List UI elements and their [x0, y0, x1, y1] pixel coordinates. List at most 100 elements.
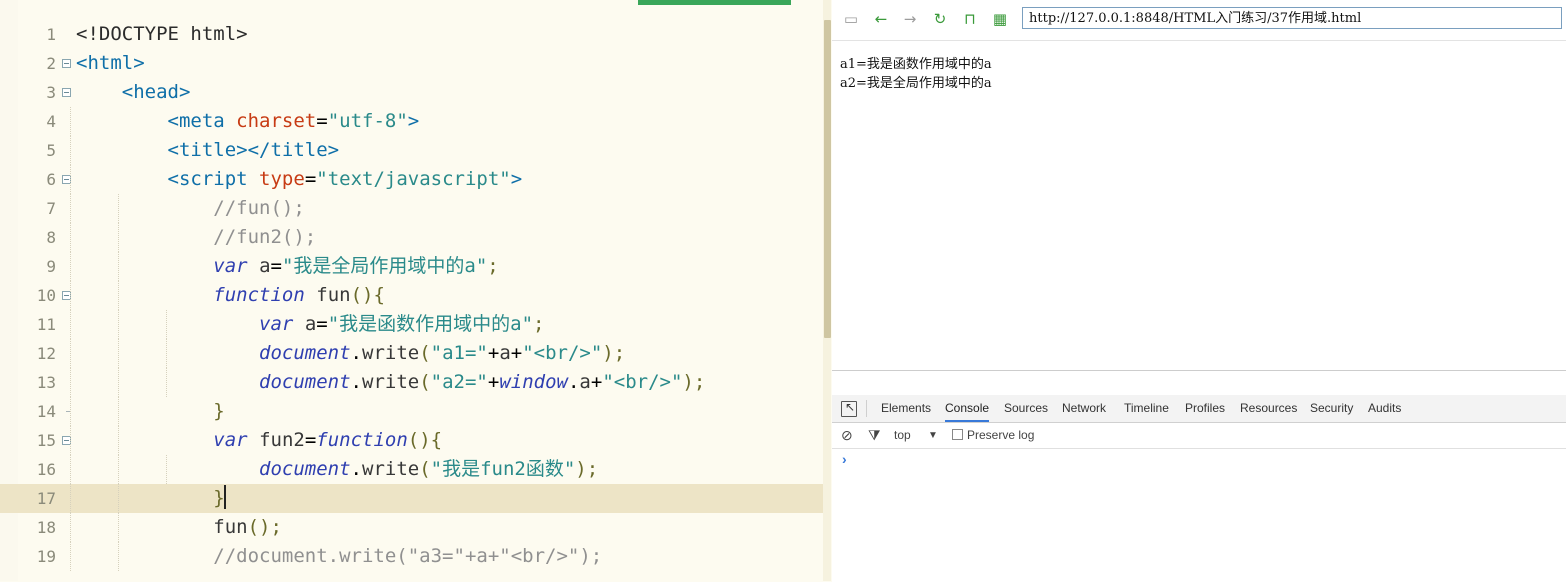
qr-icon[interactable]: ▦ — [991, 10, 1009, 28]
console-icon[interactable]: ▭ — [842, 10, 860, 28]
tab-timeline[interactable]: Timeline — [1124, 395, 1169, 422]
indent-guide — [70, 310, 71, 339]
code-editor[interactable]: 1 <!DOCTYPE html> 2 <html> 3 <head> 4 <meta c… — [0, 0, 831, 581]
code-text[interactable]: <meta charset="utf-8"> — [76, 107, 420, 136]
indent-guide — [70, 165, 71, 194]
code-text[interactable]: document.write("a1="+a+"<br/>"); — [76, 339, 625, 368]
editor-scrollbar-thumb[interactable] — [824, 20, 831, 338]
code-text[interactable]: document.write("我是fun2函数"); — [76, 455, 598, 484]
code-text[interactable]: var a="我是全局作用域中的a"; — [76, 252, 498, 281]
console-output[interactable]: › — [832, 449, 1566, 582]
code-line[interactable]: 14 } — [0, 397, 823, 426]
code-line[interactable]: 5 <title></title> — [0, 136, 823, 165]
code-line[interactable]: 6 <script type="text/javascript"> — [0, 165, 823, 194]
fold-toggle-icon[interactable] — [62, 88, 71, 97]
code-line[interactable]: 2 <html> — [0, 49, 823, 78]
chevron-down-icon[interactable]: ▼ — [928, 427, 938, 444]
console-prompt-icon[interactable]: › — [842, 451, 847, 467]
code-text[interactable]: <html> — [76, 49, 145, 78]
clear-console-icon[interactable]: ⊘ — [841, 427, 853, 444]
code-text[interactable]: <script type="text/javascript"> — [76, 165, 523, 194]
page-content: a1=我是函数作用域中的a a2=我是全局作用域中的a — [840, 55, 992, 93]
line-number: 2 — [46, 54, 56, 73]
indent-guide — [70, 281, 71, 310]
fold-toggle-icon[interactable] — [62, 59, 71, 68]
code-text[interactable]: //document.write("a3="+a+"<br/>"); — [76, 542, 602, 571]
code-text[interactable]: <head> — [76, 78, 191, 107]
reload-icon[interactable]: ↻ — [931, 10, 949, 28]
line-number: 5 — [46, 141, 56, 160]
tab-profiles[interactable]: Profiles — [1185, 395, 1225, 422]
code-text[interactable]: document.write("a2="+window.a+"<br/>"); — [76, 368, 705, 397]
code-text[interactable]: var a="我是函数作用域中的a"; — [76, 310, 544, 339]
code-text[interactable]: } — [76, 484, 226, 513]
indent-guide — [70, 426, 71, 455]
line-number: 19 — [36, 547, 56, 566]
lock-icon[interactable]: ⊓ — [961, 10, 979, 28]
code-text[interactable]: //fun2(); — [76, 223, 316, 252]
indent-guide — [70, 368, 71, 397]
code-text[interactable]: var fun2=function(){ — [76, 426, 442, 455]
page-line-a2: a2=我是全局作用域中的a — [840, 76, 992, 91]
line-number: 11 — [36, 315, 56, 334]
indent-guide — [70, 513, 71, 542]
inspect-element-icon[interactable] — [841, 400, 857, 417]
line-number: 16 — [36, 460, 56, 479]
line-number: 18 — [36, 518, 56, 537]
tab-security[interactable]: Security — [1310, 395, 1353, 422]
devtools-resize-area[interactable] — [832, 371, 1566, 395]
code-text[interactable]: fun(); — [76, 513, 282, 542]
code-text[interactable]: } — [76, 397, 224, 426]
preserve-log-label[interactable]: Preserve log — [967, 427, 1034, 444]
page-line-a1: a1=我是函数作用域中的a — [840, 57, 992, 72]
indent-guide — [70, 252, 71, 281]
indent-guide — [70, 484, 71, 513]
code-line[interactable]: 9 var a="我是全局作用域中的a"; — [0, 252, 823, 281]
tab-elements[interactable]: Elements — [881, 395, 931, 422]
line-number: 13 — [36, 373, 56, 392]
code-line[interactable]: 10 function fun(){ — [0, 281, 823, 310]
code-text[interactable]: <title></title> — [76, 136, 340, 165]
indent-guide — [70, 455, 71, 484]
line-number: 8 — [46, 228, 56, 247]
line-number: 1 — [46, 25, 56, 44]
context-select[interactable]: top — [894, 427, 911, 444]
code-line[interactable]: 11 var a="我是函数作用域中的a"; — [0, 310, 823, 339]
code-text[interactable]: //fun(); — [76, 194, 305, 223]
console-toolbar: ⊘ ⧩ top ▼ Preserve log — [832, 423, 1566, 449]
indent-guide — [70, 542, 71, 571]
code-text[interactable]: <!DOCTYPE html> — [76, 20, 248, 49]
indent-guide — [70, 223, 71, 252]
line-number: 3 — [46, 83, 56, 102]
url-input[interactable]: http://127.0.0.1:8848/HTML入门练习/37作用域.htm… — [1022, 7, 1562, 29]
indent-guide — [70, 397, 71, 426]
back-icon[interactable]: ← — [872, 10, 890, 28]
editor-tab-accent — [638, 0, 791, 5]
tab-sources[interactable]: Sources — [1004, 395, 1048, 422]
code-line[interactable]: 16 document.write("我是fun2函数"); — [0, 455, 823, 484]
preserve-log-checkbox[interactable] — [952, 429, 963, 440]
tab-audits[interactable]: Audits — [1368, 395, 1401, 422]
code-line[interactable]: 7 //fun(); — [0, 194, 823, 223]
code-line[interactable]: 1 <!DOCTYPE html> — [0, 20, 823, 49]
line-number: 4 — [46, 112, 56, 131]
line-number: 17 — [36, 489, 56, 508]
tab-console[interactable]: Console — [945, 395, 990, 422]
address-bar: ▭ ← → ↻ ⊓ ▦ http://127.0.0.1:8848/HTML入门… — [832, 0, 1566, 41]
code-text[interactable]: function fun(){ — [76, 281, 385, 310]
code-line[interactable]: 17 } — [0, 484, 823, 513]
code-line[interactable]: 3 <head> — [0, 78, 823, 107]
code-line[interactable]: 18 fun(); — [0, 513, 823, 542]
forward-icon[interactable]: → — [901, 10, 919, 28]
code-line[interactable]: 4 <meta charset="utf-8"> — [0, 107, 823, 136]
code-line[interactable]: 19 //document.write("a3="+a+"<br/>"); — [0, 542, 823, 571]
code-line[interactable]: 15 var fun2=function(){ — [0, 426, 823, 455]
devtools-tab-bar: Elements Console Sources Network Timelin… — [832, 395, 1566, 423]
filter-icon[interactable]: ⧩ — [868, 427, 881, 444]
code-line[interactable]: 12 document.write("a1="+a+"<br/>"); — [0, 339, 823, 368]
code-line[interactable]: 8 //fun2(); — [0, 223, 823, 252]
tab-network[interactable]: Network — [1062, 395, 1106, 422]
tab-resources[interactable]: Resources — [1240, 395, 1297, 422]
line-number: 7 — [46, 199, 56, 218]
code-line[interactable]: 13 document.write("a2="+window.a+"<br/>"… — [0, 368, 823, 397]
